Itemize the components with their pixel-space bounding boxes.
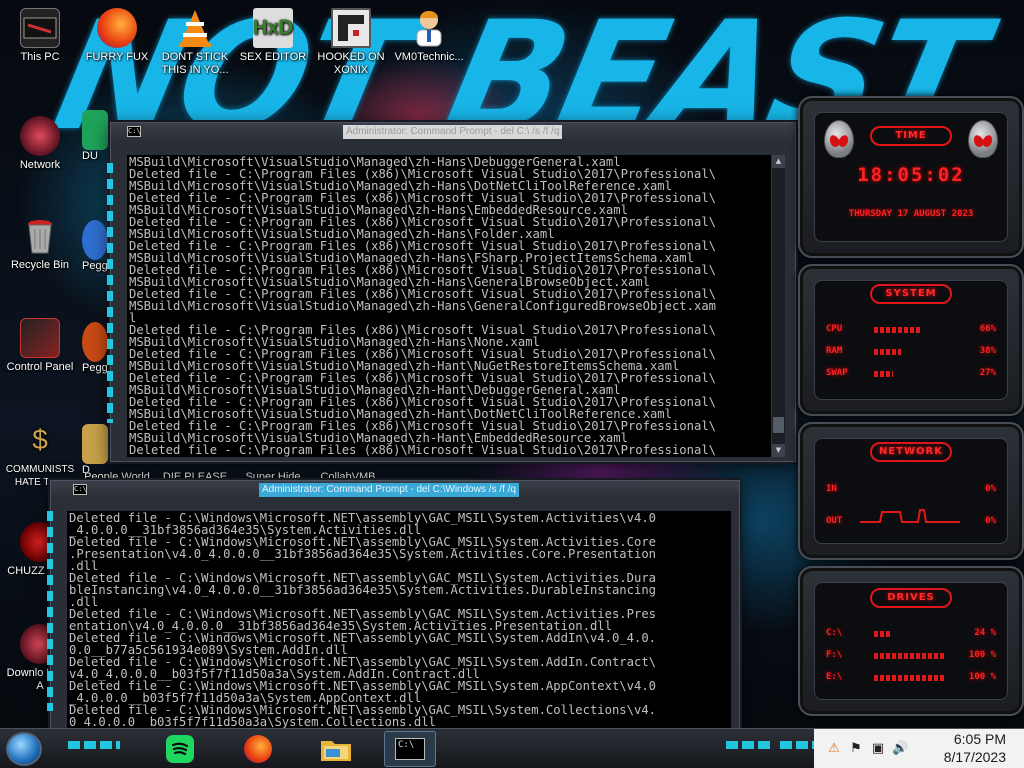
technician-icon xyxy=(409,8,449,48)
start-button[interactable] xyxy=(6,732,42,766)
app-icon xyxy=(82,110,108,150)
taskbar-clock[interactable]: 6:05 PM 8/17/2023 xyxy=(944,730,1006,766)
drive-f-meter: F:\ 100 % xyxy=(826,650,996,660)
window-title: Administrator: Command Prompt - del C:\W… xyxy=(259,483,519,497)
alienware-logo-icon xyxy=(824,120,854,158)
taskbar-app-file-explorer[interactable] xyxy=(310,731,362,767)
gadget-header: SYSTEM xyxy=(870,284,952,304)
command-prompt-window-bottom[interactable]: C:\ Administrator: Command Prompt - del … xyxy=(47,480,740,731)
gadget-header: TIME xyxy=(870,126,952,146)
xonix-game-icon xyxy=(331,8,371,48)
network-out-meter: OUT 0% xyxy=(826,516,996,526)
drive-c-meter: C:\ 24 % xyxy=(826,628,996,638)
firefox-icon xyxy=(97,8,137,48)
network-gadget: NETWORK IN 0% OUT 0% xyxy=(798,422,1024,560)
ram-meter: RAM 38% xyxy=(826,346,996,356)
drives-gadget: DRIVES C:\ 24 % F:\ 100 % E:\ 100 % xyxy=(798,566,1024,716)
money-bag-icon: $ xyxy=(32,424,48,455)
peggle-icon xyxy=(82,322,108,362)
desktop-icon-control-panel[interactable]: Control Panel xyxy=(2,318,78,374)
desktop-icon-furry-fux[interactable]: FURRY FUX xyxy=(79,8,155,64)
command-prompt-icon: C:\ xyxy=(73,484,87,495)
system-tray: ⚠ ⚑ ▣ 🔊 6:05 PM 8/17/2023 xyxy=(814,729,1024,768)
control-panel-icon xyxy=(20,318,60,358)
meter-bar xyxy=(874,675,946,681)
taskbar-app-command-prompt[interactable]: C:\ xyxy=(384,731,436,767)
window-side-decoration xyxy=(47,511,53,711)
taskbar-app-firefox[interactable] xyxy=(232,731,284,767)
command-prompt-window-top[interactable]: C:\ Administrator: Command Prompt - del … xyxy=(107,122,796,462)
console-output[interactable]: MSBuild\Microsoft\VisualStudio\Managed\z… xyxy=(127,155,773,457)
taskbar-app-spotify[interactable] xyxy=(154,731,206,767)
taskbar-decoration xyxy=(780,741,816,749)
meter-bar xyxy=(874,653,946,659)
flag-icon[interactable]: ⚑ xyxy=(848,741,864,757)
console-output[interactable]: Deleted file - C:\Windows\Microsoft.NET\… xyxy=(67,511,731,731)
command-prompt-icon: C:\ xyxy=(395,738,425,760)
window-titlebar[interactable]: C:\ Administrator: Command Prompt - del … xyxy=(51,481,739,499)
desktop-icon-this-pc[interactable]: This PC xyxy=(2,8,78,64)
taskbar: C:\ ⚠ ⚑ ▣ 🔊 6:05 PM 8/17/2023 xyxy=(0,728,1024,768)
window-side-decoration xyxy=(107,163,113,423)
firefox-icon xyxy=(244,735,272,763)
meter-bar xyxy=(874,371,893,377)
meter-bar xyxy=(874,327,922,333)
desktop-icon-vm0technician[interactable]: VM0Technic... xyxy=(391,8,467,64)
peggle-icon xyxy=(82,220,108,260)
time-gadget: TIME 18:05:02 THURSDAY 17 AUGUST 2023 xyxy=(798,96,1024,258)
computer-icon xyxy=(20,8,60,48)
hex-editor-icon: HxD xyxy=(253,8,293,48)
meter-bar xyxy=(874,349,901,355)
gadget-header: NETWORK xyxy=(870,442,952,462)
taskbar-decoration xyxy=(68,741,120,749)
network-in-meter: IN 0% xyxy=(826,484,996,494)
meter-bar xyxy=(874,631,891,637)
mobile-device-icon[interactable]: ⚠ xyxy=(826,741,842,757)
clock-time: 6:05 PM xyxy=(953,731,1006,747)
alienware-logo-icon xyxy=(968,120,998,158)
desktop-icon-communists[interactable]: $ COMMUNISTS HATE TH... xyxy=(2,420,78,489)
desktop-icon-vlc[interactable]: DONT STICK THIS IN YO... xyxy=(157,8,233,77)
console-text: MSBuild\Microsoft\VisualStudio\Managed\z… xyxy=(129,155,716,457)
volume-icon[interactable]: 🔊 xyxy=(892,741,908,757)
desktop-icon-xonix[interactable]: HOOKED ON XONIX xyxy=(313,8,389,77)
command-prompt-icon: C:\ xyxy=(127,126,141,137)
vlc-cone-icon xyxy=(175,8,215,48)
drive-e-meter: E:\ 100 % xyxy=(826,672,996,682)
file-explorer-icon xyxy=(321,741,351,761)
network-icon xyxy=(20,116,60,156)
vertical-scrollbar[interactable]: ▲ ▼ xyxy=(771,155,785,457)
desktop-icon-sex-editor[interactable]: HxD SEX EDITOR xyxy=(235,8,311,64)
system-gadget: SYSTEM CPU 66% RAM 38% SWAP 27% xyxy=(798,264,1024,416)
window-title: Administrator: Command Prompt - del C:\ … xyxy=(343,125,563,139)
window-titlebar[interactable]: C:\ Administrator: Command Prompt - del … xyxy=(111,123,795,141)
app-icon xyxy=(82,424,108,464)
gadget-header: DRIVES xyxy=(870,588,952,608)
desktop-icon-network[interactable]: Network xyxy=(2,116,78,172)
scroll-up-arrow-icon[interactable]: ▲ xyxy=(772,155,785,168)
desktop-icon-recycle-bin[interactable]: Recycle Bin xyxy=(2,216,78,272)
cpu-meter: CPU 66% xyxy=(826,324,996,334)
network-tray-icon[interactable]: ▣ xyxy=(870,741,886,757)
gadget-date: THURSDAY 17 AUGUST 2023 xyxy=(848,209,974,219)
scrollbar-thumb[interactable] xyxy=(773,417,784,433)
console-text: Deleted file - C:\Windows\Microsoft.NET\… xyxy=(69,511,656,729)
taskbar-decoration xyxy=(726,741,770,749)
scroll-down-arrow-icon[interactable]: ▼ xyxy=(772,444,785,457)
swap-meter: SWAP 27% xyxy=(826,368,996,378)
spotify-icon xyxy=(166,735,194,763)
gadget-clock: 18:05:02 xyxy=(857,164,965,186)
clock-date: 8/17/2023 xyxy=(943,749,1006,765)
recycle-bin-icon xyxy=(20,216,60,256)
